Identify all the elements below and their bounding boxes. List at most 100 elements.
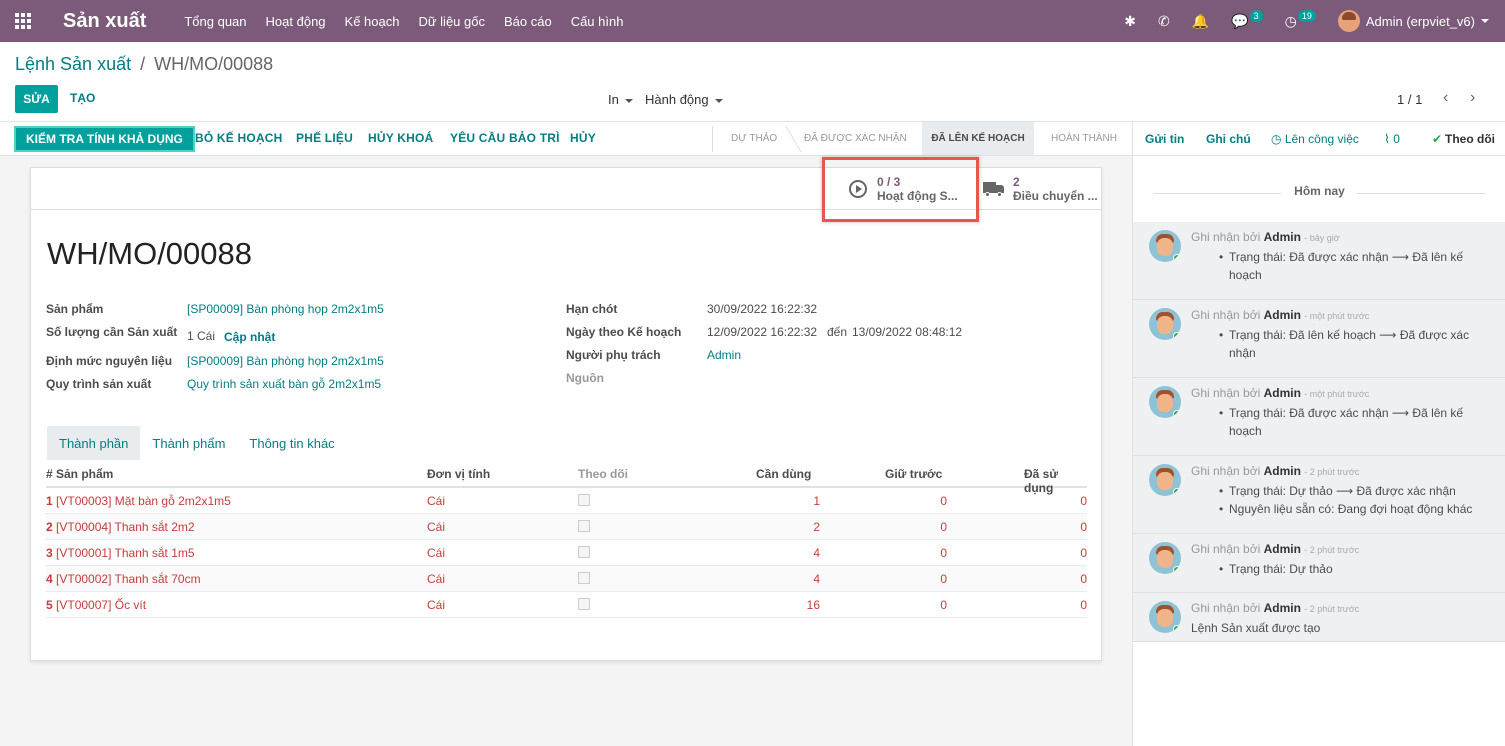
messages-icon[interactable]: 💬 3: [1231, 10, 1263, 30]
message-author[interactable]: Admin: [1264, 386, 1301, 400]
notebook-tabs: Thành phần Thành phẩm Thông tin khác: [47, 426, 347, 460]
tracking-checkbox[interactable]: [578, 546, 590, 558]
author-avatar[interactable]: [1149, 386, 1181, 418]
apps-menu-icon[interactable]: [0, 0, 46, 42]
tracking-checkbox[interactable]: [578, 572, 590, 584]
menu-planning[interactable]: Kế hoạch: [345, 14, 400, 29]
message-header: Ghi nhận bởi Admin - một phút trước: [1191, 386, 1370, 400]
message-header: Ghi nhận bởi Admin - bây giờ: [1191, 230, 1340, 244]
author-avatar[interactable]: [1149, 601, 1181, 633]
menu-reporting[interactable]: Báo cáo: [504, 14, 552, 29]
tab-components[interactable]: Thành phần: [47, 426, 141, 460]
table-row[interactable]: 3 [VT00001] Thanh sắt 1m5 Cái 4 0 0: [46, 540, 1087, 566]
bom-label: Định mức nguyên liệu: [46, 354, 173, 368]
cancel-button[interactable]: HỦY: [570, 131, 596, 145]
menu-configuration[interactable]: Cấu hình: [571, 14, 624, 29]
chevron-left-icon[interactable]: ‹: [1443, 89, 1448, 107]
message-author[interactable]: Admin: [1264, 308, 1301, 322]
table-row[interactable]: 5 [VT00007] Ốc vít Cái 16 0 0: [46, 592, 1087, 618]
message-author[interactable]: Admin: [1264, 464, 1301, 478]
user-avatar: [1337, 10, 1360, 32]
responsible-label: Người phụ trách: [566, 348, 661, 362]
routing-link[interactable]: Quy trình sản xuất bàn gỗ 2m2x1m5: [187, 377, 381, 391]
col-product[interactable]: # Sản phẩm: [46, 467, 113, 481]
tracking-checkbox[interactable]: [578, 598, 590, 610]
author-avatar[interactable]: [1149, 464, 1181, 496]
unlock-button[interactable]: HỦY KHOÁ: [368, 131, 433, 145]
message-author[interactable]: Admin: [1264, 230, 1301, 244]
col-tracking[interactable]: Theo dõi: [578, 467, 628, 481]
col-needed[interactable]: Cần dùng: [756, 467, 811, 481]
transfers-smart-button[interactable]: 2 Điều chuyển ...: [983, 168, 1098, 210]
action-dropdown[interactable]: Hành động: [645, 92, 723, 107]
chevron-right-icon[interactable]: ›: [1470, 89, 1475, 107]
message-author[interactable]: Admin: [1264, 601, 1301, 615]
edit-button[interactable]: SỬA: [15, 85, 58, 113]
row-used: 0: [1080, 546, 1087, 560]
bell-icon[interactable]: 🔔: [1192, 13, 1209, 30]
message-header: Ghi nhận bởi Admin - 2 phút trước: [1191, 542, 1360, 556]
stage-confirmed[interactable]: ĐÃ ĐƯỢC XÁC NHẬN: [804, 133, 907, 144]
send-message-button[interactable]: Gửi tin: [1145, 132, 1184, 146]
stage-planned[interactable]: ĐÃ LÊN KẾ HOẠCH: [922, 122, 1034, 155]
planned-date-to: 13/09/2022 08:48:12: [852, 325, 963, 339]
unplan-button[interactable]: BỎ KẾ HOẠCH: [195, 131, 283, 145]
table-row[interactable]: 2 [VT00004] Thanh sắt 2m2 Cái 2 0 0: [46, 514, 1087, 540]
menu-master-data[interactable]: Dữ liệu gốc: [418, 14, 485, 29]
tracking-checkbox[interactable]: [578, 494, 590, 506]
table-row[interactable]: 1 [VT00003] Mặt bàn gỗ 2m2x1m5 Cái 1 0 0: [46, 488, 1087, 514]
row-needed: 4: [813, 572, 820, 586]
tracking-checkbox[interactable]: [578, 520, 590, 532]
check-availability-button[interactable]: KIỂM TRA TÍNH KHẢ DỤNG: [14, 126, 195, 152]
menu-overview[interactable]: Tổng quan: [184, 14, 246, 29]
activities-icon[interactable]: ◷ 19: [1285, 10, 1316, 30]
user-menu[interactable]: Admin (erpviet_v6): [1337, 10, 1489, 32]
row-uom: Cái: [427, 494, 446, 508]
maintenance-request-button[interactable]: YÊU CẦU BẢO TRÌ: [450, 131, 560, 145]
phone-icon[interactable]: ✆: [1158, 13, 1170, 30]
product-link[interactable]: [SP00009] Bàn phòng họp 2m2x1m5: [187, 302, 384, 316]
transfers-label: Điều chuyển ...: [1013, 189, 1098, 203]
author-avatar[interactable]: [1149, 542, 1181, 574]
pager-value[interactable]: 1 / 1: [1397, 92, 1422, 107]
author-avatar[interactable]: [1149, 308, 1181, 340]
attachments-button[interactable]: ⌇ 0: [1384, 132, 1400, 146]
tab-other-info[interactable]: Thông tin khác: [237, 426, 346, 460]
schedule-activity-button[interactable]: ◷ Lên công việc: [1271, 132, 1359, 146]
chatter-topbar: Gửi tin Ghi chú ◷ Lên công việc ⌇ 0 ✔ The…: [1133, 122, 1505, 156]
deadline-value: 30/09/2022 16:22:32: [707, 302, 818, 316]
chevron-down-icon: [624, 98, 633, 103]
chatter-message: Ghi nhận bởi Admin - một phút trước Trạng…: [1133, 300, 1505, 378]
print-dropdown[interactable]: In: [608, 92, 633, 107]
table-row[interactable]: 4 [VT00002] Thanh sắt 70cm Cái 4 0 0: [46, 566, 1087, 592]
stage-done[interactable]: HOÀN THÀNH: [1051, 133, 1117, 144]
log-note-button[interactable]: Ghi chú: [1206, 132, 1251, 146]
activities-badge: 19: [1297, 10, 1316, 22]
deadline-label: Hạn chót: [566, 302, 618, 316]
tracking-value: Trạng thái: Đã được xác nhận ⟶ Đã lên kế…: [1219, 404, 1489, 440]
row-reserved: 0: [940, 546, 947, 560]
tab-finished-products[interactable]: Thành phẩm: [140, 426, 237, 460]
create-button[interactable]: TẠO: [70, 91, 95, 105]
responsible-link[interactable]: Admin: [707, 348, 741, 362]
message-author[interactable]: Admin: [1264, 542, 1301, 556]
bug-icon[interactable]: ✱: [1124, 13, 1136, 30]
breadcrumb-parent[interactable]: Lệnh Sản xuất: [15, 54, 131, 74]
stage-divider: [712, 126, 726, 152]
col-uom[interactable]: Đơn vị tính: [427, 467, 490, 481]
source-label: Nguồn: [566, 371, 604, 385]
app-name[interactable]: Sản xuất: [63, 10, 146, 33]
update-qty-button[interactable]: Cập nhật: [224, 330, 275, 344]
author-avatar[interactable]: [1149, 230, 1181, 262]
follow-button[interactable]: ✔ Theo dõi: [1432, 132, 1495, 146]
scrap-button[interactable]: PHẾ LIỆU: [296, 131, 353, 145]
row-product: 2 [VT00004] Thanh sắt 2m2: [46, 520, 195, 534]
col-reserved[interactable]: Giữ trước: [885, 467, 942, 481]
print-label: In: [608, 92, 619, 107]
bom-link[interactable]: [SP00009] Bàn phòng họp 2m2x1m5: [187, 354, 384, 368]
menu-operations[interactable]: Hoạt động: [266, 14, 326, 29]
qty-label: Số lượng cần Sản xuất: [46, 325, 178, 339]
paperclip-icon: ⌇: [1384, 132, 1394, 146]
row-used: 0: [1080, 494, 1087, 508]
stage-draft[interactable]: DỰ THẢO: [731, 133, 777, 144]
